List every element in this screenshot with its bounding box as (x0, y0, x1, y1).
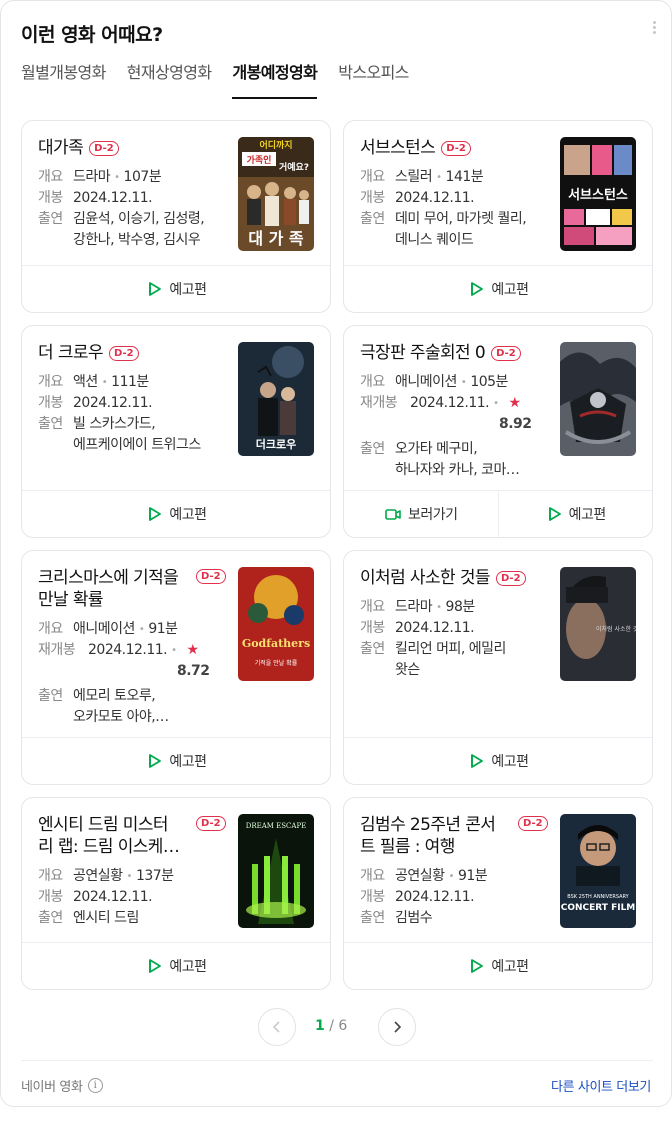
svg-text:거예요?: 거예요? (279, 161, 309, 173)
movie-poster[interactable]: 더크로우 (238, 342, 314, 456)
svg-text:DREAM ESCAPE: DREAM ESCAPE (246, 822, 307, 830)
movie-widget: 이런 영화 어때요? 월별개봉영화 현재상영영화 개봉예정영화 박스오피스 대가… (0, 0, 672, 1107)
other-sites-link[interactable]: 다른 사이트 더보기 (551, 1076, 651, 1095)
movie-poster[interactable]: BSK 25TH ANNIVERSARY CONCERT FILM (560, 814, 636, 928)
movie-poster[interactable]: 이처럼 사소한 것들 (560, 567, 636, 681)
d-day-badge: D-2 (89, 141, 119, 156)
svg-text:서브스턴스: 서브스턴스 (568, 187, 628, 203)
more-options-icon[interactable] (651, 21, 657, 39)
trailer-button[interactable]: 예고편 (22, 943, 330, 989)
tab-monthly-release[interactable]: 월별개봉영화 (21, 61, 106, 99)
svg-text:Godfathers: Godfathers (242, 637, 310, 650)
svg-text:기적을 만날 확률: 기적을 만날 확률 (255, 659, 298, 667)
trailer-button[interactable]: 예고편 (22, 266, 330, 312)
play-icon (149, 282, 162, 296)
play-icon (149, 507, 162, 521)
movie-title[interactable]: 더 크로우 D-2 (38, 342, 228, 364)
movie-card[interactable]: 극장판 주술회전 0 D-2 개요 애니메이션 • 105분 재개봉 2024.12.11… (343, 325, 653, 538)
pagination: 1 / 6 (1, 1008, 672, 1046)
prev-page-button[interactable] (258, 1008, 296, 1046)
star-icon: ★ (508, 395, 522, 411)
movie-card[interactable]: 더 크로우 D-2 개요 액션 • 111분 개봉 2024.12.11. 출연 빌 스카스… (21, 325, 331, 538)
play-icon (471, 282, 484, 296)
movie-poster[interactable]: DREAM ESCAPE (238, 814, 314, 928)
info-icon[interactable]: i (87, 1078, 103, 1093)
tab-upcoming[interactable]: 개봉예정영화 (232, 61, 318, 99)
trailer-button[interactable]: 예고편 (344, 266, 652, 312)
movie-card[interactable]: 크리스마스에 기적을 만날 확률 D-2 개요 애니메이션 • 91분 재개봉 2024.… (21, 550, 331, 785)
svg-text:BSK 25TH ANNIVERSARY: BSK 25TH ANNIVERSARY (567, 894, 629, 900)
trailer-button[interactable]: 예고편 (22, 491, 330, 537)
d-day-badge: D-2 (491, 346, 521, 361)
star-icon: ★ (186, 642, 200, 658)
movie-card[interactable]: 김범수 25주년 콘서 트 필름 : 여행 D-2 개요 공연실황 • 91분 개봉 20… (343, 797, 653, 990)
movie-card[interactable]: 이처럼 사소한 것들 D-2 개요 드라마 • 98분 개봉 2024.12.11. 출연… (343, 550, 653, 785)
play-icon (471, 959, 484, 973)
rating-score: 8.72 (177, 663, 210, 679)
trailer-button[interactable]: 예고편 (344, 738, 652, 784)
movie-poster[interactable]: 서브스턴스 (560, 137, 636, 251)
poster-text: 어디까지 (259, 139, 292, 151)
play-icon (548, 507, 561, 521)
play-icon (471, 754, 484, 768)
tab-now-showing[interactable]: 현재상영영화 (127, 61, 212, 99)
play-icon (149, 754, 162, 768)
d-day-badge: D-2 (196, 569, 226, 584)
d-day-badge: D-2 (196, 816, 226, 831)
widget-title: 이런 영화 어때요? (21, 24, 163, 46)
movie-title[interactable]: 이처럼 사소한 것들 D-2 (360, 567, 550, 589)
movie-title[interactable]: 서브스턴스 D-2 (360, 137, 550, 159)
d-day-badge: D-2 (441, 141, 471, 156)
svg-text:더크로우: 더크로우 (256, 437, 296, 451)
movie-card[interactable]: 대가족 D-2 개요 드라마 • 107분 개봉 2024.12.11. 출연 김윤석, 이… (21, 120, 331, 313)
chevron-left-icon (272, 1021, 280, 1033)
page-indicator: 1 / 6 (315, 1018, 348, 1034)
svg-text:가족인: 가족인 (247, 154, 272, 166)
trailer-button[interactable]: 예고편 (344, 943, 652, 989)
trailer-button[interactable]: 예고편 (22, 738, 330, 784)
d-day-badge: D-2 (518, 816, 548, 831)
tab-bar: 월별개봉영화 현재상영영화 개봉예정영화 박스오피스 (21, 61, 430, 99)
movie-poster[interactable]: 어디까지 가족인 거예요? 대 가 족 (238, 137, 314, 251)
rating-score: 8.92 (499, 416, 532, 432)
movie-poster[interactable] (560, 342, 636, 456)
chevron-right-icon (394, 1021, 402, 1033)
svg-text:이처럼 사소한 것들: 이처럼 사소한 것들 (596, 625, 636, 633)
movie-title[interactable]: 대가족 D-2 (38, 137, 228, 159)
svg-text:대 가 족: 대 가 족 (248, 229, 304, 248)
movie-title[interactable]: 극장판 주술회전 0 D-2 (360, 342, 550, 364)
d-day-badge: D-2 (108, 346, 139, 361)
watch-button[interactable]: 보러가기 (344, 491, 498, 537)
movie-card[interactable]: 서브스턴스 D-2 개요 스릴러 • 141분 개봉 2024.12.11. 출연 데미 무… (343, 120, 653, 313)
d-day-badge: D-2 (495, 571, 526, 586)
tab-box-office[interactable]: 박스오피스 (338, 61, 409, 99)
video-camera-icon (385, 509, 401, 520)
svg-text:CONCERT FILM: CONCERT FILM (561, 903, 636, 913)
movie-poster[interactable]: Godfathers 기적을 만날 확률 (238, 567, 314, 681)
movie-card[interactable]: 엔시티 드림 미스터 리 랩: 드림 이스케… D-2 개요 공연실황 • 137분 개… (21, 797, 331, 990)
play-icon (149, 959, 162, 973)
divider (21, 1060, 653, 1061)
trailer-button[interactable]: 예고편 (497, 491, 653, 537)
source-label: 네이버 영화 i (21, 1076, 103, 1095)
next-page-button[interactable] (378, 1008, 416, 1046)
